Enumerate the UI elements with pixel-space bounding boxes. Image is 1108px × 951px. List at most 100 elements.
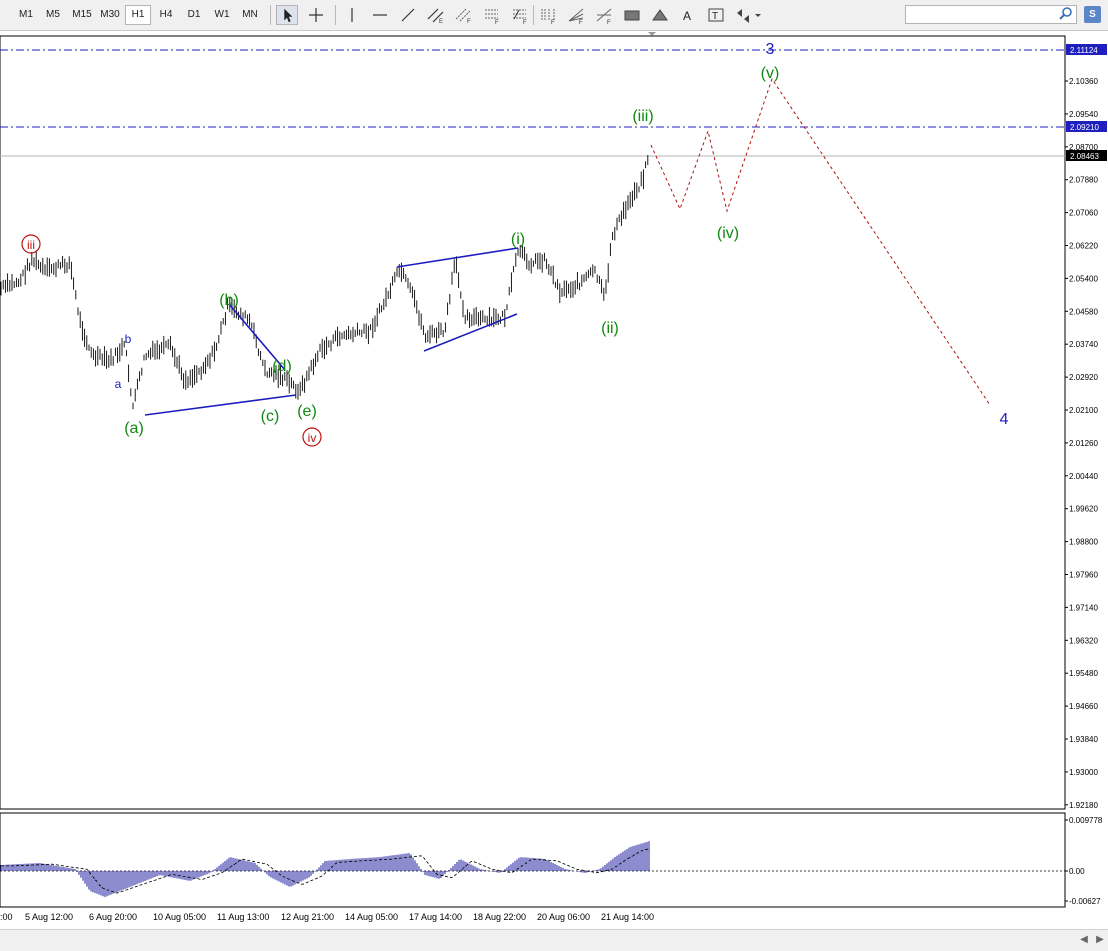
toolbar-separator bbox=[270, 5, 271, 25]
svg-text:E: E bbox=[439, 19, 443, 25]
toolbar-separator bbox=[335, 5, 336, 25]
timeframe-m1[interactable]: M1 bbox=[13, 5, 39, 25]
toolbar-separator bbox=[533, 5, 534, 25]
timeframe-mn[interactable]: MN bbox=[237, 5, 263, 25]
level-upper-price: 2.11124 bbox=[1070, 46, 1098, 55]
time-axis-label: 11 Aug 13:00 bbox=[217, 912, 269, 922]
price-chart[interactable]: 2.103602.095402.087002.078802.070602.062… bbox=[0, 31, 1108, 929]
price-axis-label: 1.97140 bbox=[1069, 603, 1098, 612]
wave-label-e: (e) bbox=[297, 403, 317, 420]
wave-label-i: (i) bbox=[511, 231, 525, 248]
price-axis-label: 2.00440 bbox=[1069, 472, 1098, 481]
crosshair-icon[interactable] bbox=[305, 5, 327, 25]
search-icon[interactable] bbox=[1058, 6, 1074, 22]
timeframe-d1[interactable]: D1 bbox=[181, 5, 207, 25]
chart-shift-marker[interactable] bbox=[648, 32, 656, 36]
svg-text:T: T bbox=[712, 11, 718, 22]
price-axis-label: 2.10360 bbox=[1069, 77, 1098, 86]
timeframe-m30[interactable]: M30 bbox=[97, 5, 123, 25]
time-axis-label: 18 Aug 22:00 bbox=[473, 912, 526, 922]
price-axis-label: 1.94660 bbox=[1069, 702, 1098, 711]
price-axis-label: 1.99620 bbox=[1069, 505, 1098, 514]
time-axis-label: 5 Aug 12:00 bbox=[25, 912, 73, 922]
time-axis-label: 20 Aug 06:00 bbox=[537, 912, 590, 922]
fibonacci-fan-icon[interactable]: F bbox=[565, 5, 587, 25]
price-axis-label: 2.05400 bbox=[1069, 274, 1098, 283]
fibonacci-retracement-icon[interactable]: F bbox=[481, 5, 503, 25]
scroll-right-icon[interactable]: ▶ bbox=[1094, 934, 1106, 946]
price-axis-label: 1.92180 bbox=[1069, 801, 1098, 810]
timeframe-h4[interactable]: H4 bbox=[153, 5, 179, 25]
svg-text:A: A bbox=[683, 9, 691, 23]
timeframe-m5[interactable]: M5 bbox=[40, 5, 66, 25]
horizontal-line-icon[interactable] bbox=[369, 5, 391, 25]
chart-area[interactable]: 2.10360 2.09540 2.08700 2.07880 2.07060 2.062… bbox=[0, 31, 1108, 929]
text-label-icon[interactable]: T bbox=[705, 5, 727, 25]
text-icon[interactable]: A bbox=[677, 5, 699, 25]
cursor-icon[interactable] bbox=[276, 5, 298, 25]
price-axis-label: 1.95480 bbox=[1069, 669, 1098, 678]
fibonacci-expansion-icon[interactable]: F bbox=[509, 5, 531, 25]
svg-text:F: F bbox=[467, 19, 471, 25]
search-input[interactable] bbox=[905, 5, 1077, 24]
wave-label-iii: (iii) bbox=[632, 108, 653, 125]
price-axis-label: 2.09540 bbox=[1069, 110, 1098, 119]
price-axis-label: 1.93000 bbox=[1069, 768, 1098, 777]
indicator-level-bottom: -0.00627 bbox=[1069, 897, 1101, 906]
vertical-line-icon[interactable] bbox=[341, 5, 363, 25]
bottom-scrollbar[interactable]: ◀ ▶ bbox=[0, 929, 1108, 951]
equidistant-channel-icon[interactable]: E bbox=[425, 5, 447, 25]
price-axis-label: 1.96320 bbox=[1069, 636, 1098, 645]
timeframe-w1[interactable]: W1 bbox=[209, 5, 235, 25]
toolbar: M1 M5 M15 M30 H1 H4 D1 W1 MN E F F F F F… bbox=[0, 0, 1108, 31]
arrows-dropdown-icon[interactable] bbox=[733, 5, 763, 25]
price-axis: 2.103602.095402.087002.078802.070602.062… bbox=[1065, 77, 1098, 810]
timeframe-h1[interactable]: H1 bbox=[125, 5, 151, 25]
price-axis-label: 1.98800 bbox=[1069, 538, 1098, 547]
current-price: 2.08463 bbox=[1070, 152, 1099, 161]
triangle-icon[interactable] bbox=[649, 5, 671, 25]
price-axis-label: 2.03740 bbox=[1069, 340, 1098, 349]
indicator-level-zero: 0.00 bbox=[1069, 867, 1085, 876]
indicator-level-top: 0.009778 bbox=[1069, 816, 1103, 825]
time-axis-label: 17 Aug 14:00 bbox=[409, 912, 462, 922]
time-axis: :00 5 Aug 12:00 6 Aug 20:00 10 Aug 05:00 11… bbox=[0, 912, 654, 922]
wave-label-3: 3 bbox=[766, 41, 775, 58]
signals-button[interactable]: S bbox=[1084, 6, 1101, 23]
svg-text:F: F bbox=[551, 20, 555, 25]
rectangle-icon[interactable] bbox=[621, 5, 643, 25]
wave-label-c: (c) bbox=[261, 408, 280, 425]
price-axis-label: 2.01260 bbox=[1069, 439, 1098, 448]
price-axis-label: 2.07880 bbox=[1069, 176, 1098, 185]
timeframe-m15[interactable]: M15 bbox=[69, 5, 95, 25]
scroll-left-icon[interactable]: ◀ bbox=[1078, 934, 1090, 946]
wave-label-b: (b) bbox=[219, 292, 239, 309]
wave-label-a: (a) bbox=[124, 420, 144, 437]
wave-label-roman-iii: iii bbox=[27, 238, 35, 252]
wave-label-roman-iv: iv bbox=[308, 431, 317, 445]
price-axis-label: 2.02920 bbox=[1069, 373, 1098, 382]
wave-label-ii: (ii) bbox=[601, 320, 619, 337]
time-axis-label: 14 Aug 05:00 bbox=[345, 912, 398, 922]
time-axis-label: 12 Aug 21:00 bbox=[281, 912, 334, 922]
svg-text:F: F bbox=[607, 20, 611, 25]
time-axis-label: 6 Aug 20:00 bbox=[89, 912, 137, 922]
time-label-fragment: :00 bbox=[0, 912, 13, 922]
fibonacci-arcs-icon[interactable]: F bbox=[593, 5, 615, 25]
wave-label-4: 4 bbox=[1000, 411, 1009, 428]
svg-text:F: F bbox=[579, 20, 583, 25]
subwave-label-a: a bbox=[115, 377, 122, 391]
price-axis-label: 2.04580 bbox=[1069, 307, 1098, 316]
wave-label-v: (v) bbox=[761, 65, 780, 82]
price-axis-label: 2.07060 bbox=[1069, 209, 1098, 218]
svg-text:F: F bbox=[523, 20, 527, 25]
fibonacci-timezones-icon[interactable]: F bbox=[537, 5, 559, 25]
fibonacci-channel-icon[interactable]: F bbox=[453, 5, 475, 25]
wave-label-iv: (iv) bbox=[717, 225, 739, 242]
time-axis-label: 10 Aug 05:00 bbox=[153, 912, 206, 922]
subwave-label-b: b bbox=[125, 332, 132, 346]
price-axis-label: 2.06220 bbox=[1069, 242, 1098, 251]
level-lower-price: 2.09210 bbox=[1070, 123, 1099, 132]
main-chart-frame bbox=[0, 35, 1066, 810]
trendline-icon[interactable] bbox=[397, 5, 419, 25]
